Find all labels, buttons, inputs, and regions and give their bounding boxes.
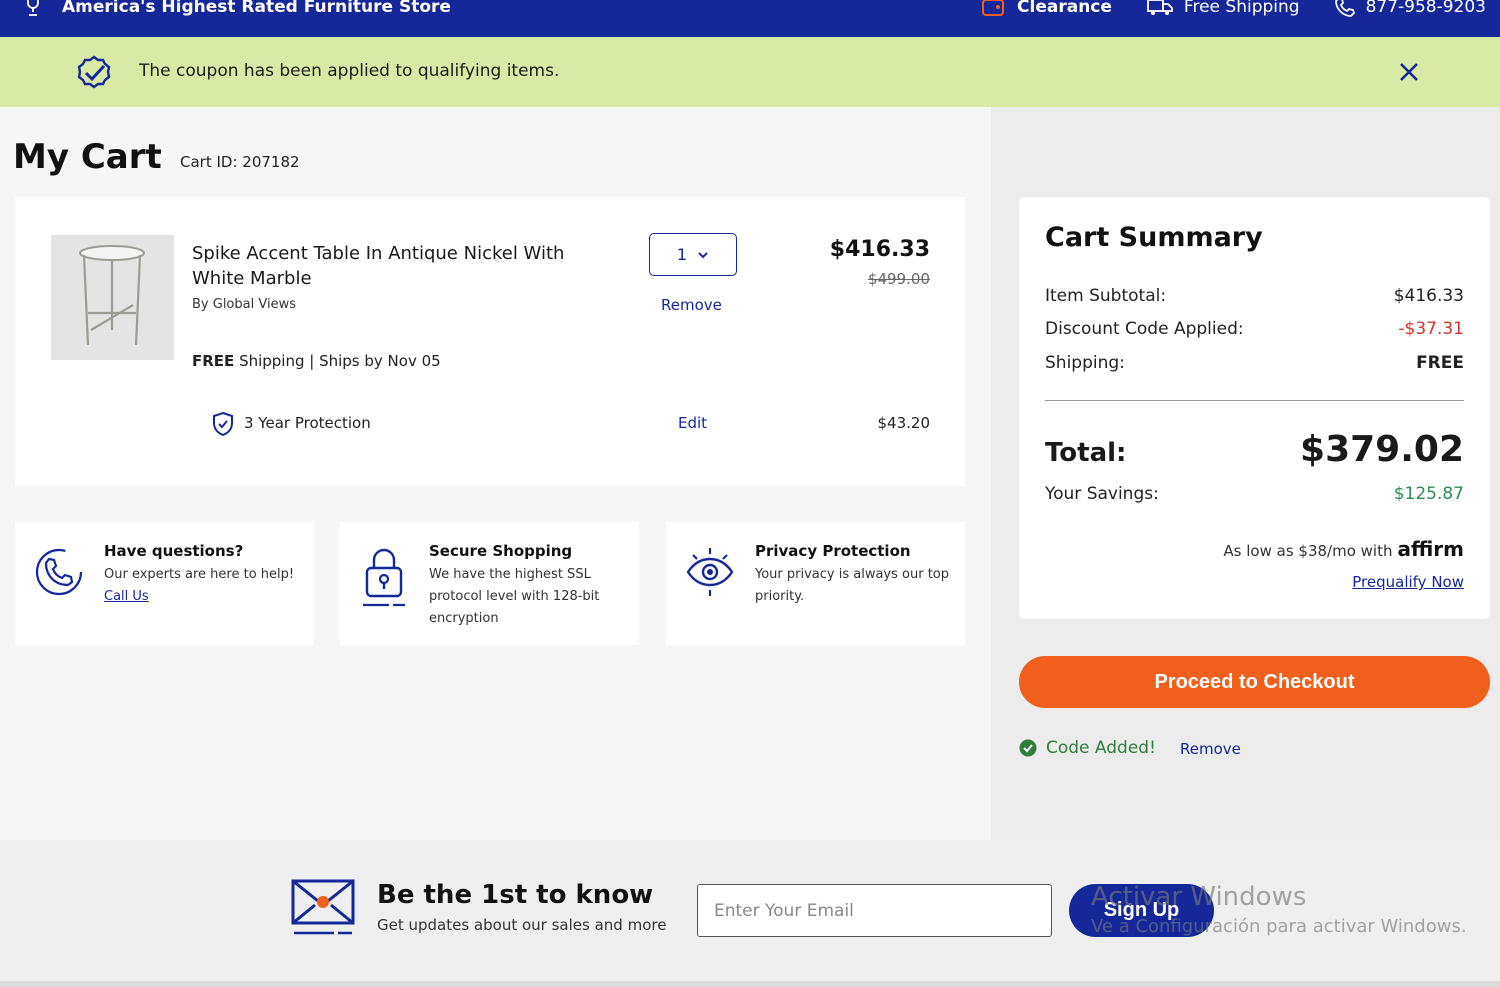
total-label: Total:	[1045, 438, 1127, 468]
chevron-down-icon	[698, 251, 708, 258]
free-label: FREE	[192, 352, 235, 370]
page-title: My Cart	[13, 137, 162, 177]
discount-label: Discount Code Applied:	[1045, 319, 1244, 339]
sign-up-button[interactable]: Sign Up	[1069, 884, 1214, 937]
item-price: $416.33	[829, 237, 930, 262]
table-image-illustration	[51, 235, 174, 360]
prequalify-link[interactable]: Prequalify Now	[1352, 573, 1464, 591]
total-row: Total: $379.02	[1045, 429, 1464, 470]
card-title: Secure Shopping	[429, 542, 573, 560]
clearance-label: Clearance	[1017, 0, 1112, 17]
card-text: Your privacy is always our top priority.	[755, 567, 949, 604]
padlock-icon	[363, 548, 405, 607]
clearance-link[interactable]: Clearance	[981, 0, 1112, 17]
card-text: Our experts are here to help! Call Us	[104, 564, 304, 608]
quantity-value: 1	[676, 245, 688, 264]
code-added-text: Code Added!	[1046, 738, 1156, 758]
free-shipping-label: Free Shipping	[1183, 0, 1300, 17]
call-us-link[interactable]: Call Us	[104, 589, 149, 604]
shipping-value: FREE	[1416, 353, 1464, 373]
affirm-logo: affirm	[1397, 537, 1464, 561]
edit-protection-link[interactable]: Edit	[678, 414, 707, 432]
card-title: Have questions?	[104, 542, 244, 560]
coupon-message: The coupon has been applied to qualifyin…	[139, 61, 560, 81]
product-image[interactable]	[51, 235, 174, 360]
product-name[interactable]: Spike Accent Table In Antique Nickel Wit…	[192, 241, 592, 291]
verified-check-icon	[77, 55, 111, 89]
original-price: $499.00	[867, 270, 930, 288]
newsletter-subtitle: Get updates about our sales and more	[377, 916, 667, 934]
shipping-label: Shipping:	[1045, 353, 1125, 373]
close-icon[interactable]	[1396, 59, 1422, 85]
free-shipping-link[interactable]: Free Shipping	[1146, 0, 1300, 17]
subtotal-label: Item Subtotal:	[1045, 286, 1167, 306]
shipping-info: FREE Shipping | Ships by Nov 05	[192, 352, 441, 370]
shield-check-icon	[213, 411, 233, 437]
questions-card: Have questions? Our experts are here to …	[15, 522, 314, 645]
checkout-button[interactable]: Proceed to Checkout	[1019, 656, 1490, 708]
bottom-strip	[0, 981, 1500, 987]
eye-icon	[686, 548, 734, 596]
card-description: Our experts are here to help!	[104, 567, 295, 582]
cart-item: Spike Accent Table In Antique Nickel Wit…	[15, 197, 965, 486]
store-tagline: America's Highest Rated Furniture Store	[22, 0, 451, 18]
tag-icon	[982, 0, 1005, 16]
subtotal-value: $416.33	[1393, 286, 1464, 306]
savings-label: Your Savings:	[1045, 484, 1159, 504]
affirm-text: As low as $38/mo with	[1223, 542, 1393, 560]
mail-icon	[291, 879, 355, 935]
shipping-detail: Shipping | Ships by Nov 05	[234, 352, 441, 370]
truck-icon	[1147, 0, 1173, 15]
discount-row: Discount Code Applied: -$37.31	[1045, 319, 1464, 339]
trophy-icon	[27, 0, 39, 16]
quantity-select[interactable]: 1	[649, 233, 737, 276]
newsletter-section: Be the 1st to know Get updates about our…	[0, 840, 1500, 981]
total-value: $379.02	[1300, 429, 1464, 470]
product-brand: By Global Views	[192, 297, 296, 312]
email-input[interactable]	[697, 884, 1052, 937]
code-added-status: Code Added!	[1019, 738, 1156, 758]
phone-icon	[1334, 0, 1355, 17]
affirm-financing: As low as $38/mo with affirm	[1223, 537, 1464, 561]
check-circle-icon	[1019, 739, 1037, 757]
cart-summary: Cart Summary Item Subtotal: $416.33 Disc…	[1019, 197, 1490, 619]
remove-item-link[interactable]: Remove	[661, 296, 722, 314]
summary-title: Cart Summary	[1045, 222, 1263, 253]
subtotal-row: Item Subtotal: $416.33	[1045, 286, 1464, 306]
secure-shopping-card: Secure Shopping We have the highest SSL …	[340, 522, 639, 645]
top-bar: America's Highest Rated Furniture Store …	[0, 0, 1500, 37]
savings-value: $125.87	[1393, 484, 1464, 504]
cart-id: Cart ID: 207182	[180, 153, 300, 171]
newsletter-title: Be the 1st to know	[377, 880, 654, 910]
discount-value: -$37.31	[1398, 319, 1464, 339]
tagline-text: America's Highest Rated Furniture Store	[62, 0, 451, 17]
protection-price: $43.20	[877, 414, 931, 432]
coupon-banner: The coupon has been applied to qualifyin…	[0, 37, 1500, 107]
shipping-row: Shipping: FREE	[1045, 353, 1464, 373]
privacy-protection-card: Privacy Protection Your privacy is alway…	[666, 522, 965, 645]
summary-divider	[1045, 400, 1464, 401]
phone-number: 877-958-9203	[1365, 0, 1486, 17]
phone-support-icon	[35, 548, 83, 596]
phone-link[interactable]: 877-958-9203	[1334, 0, 1486, 18]
savings-row: Your Savings: $125.87	[1045, 484, 1464, 504]
card-title: Privacy Protection	[755, 542, 911, 560]
remove-code-link[interactable]: Remove	[1180, 740, 1241, 758]
protection-label: 3 Year Protection	[244, 414, 371, 432]
card-text: We have the highest SSL protocol level w…	[429, 567, 600, 626]
